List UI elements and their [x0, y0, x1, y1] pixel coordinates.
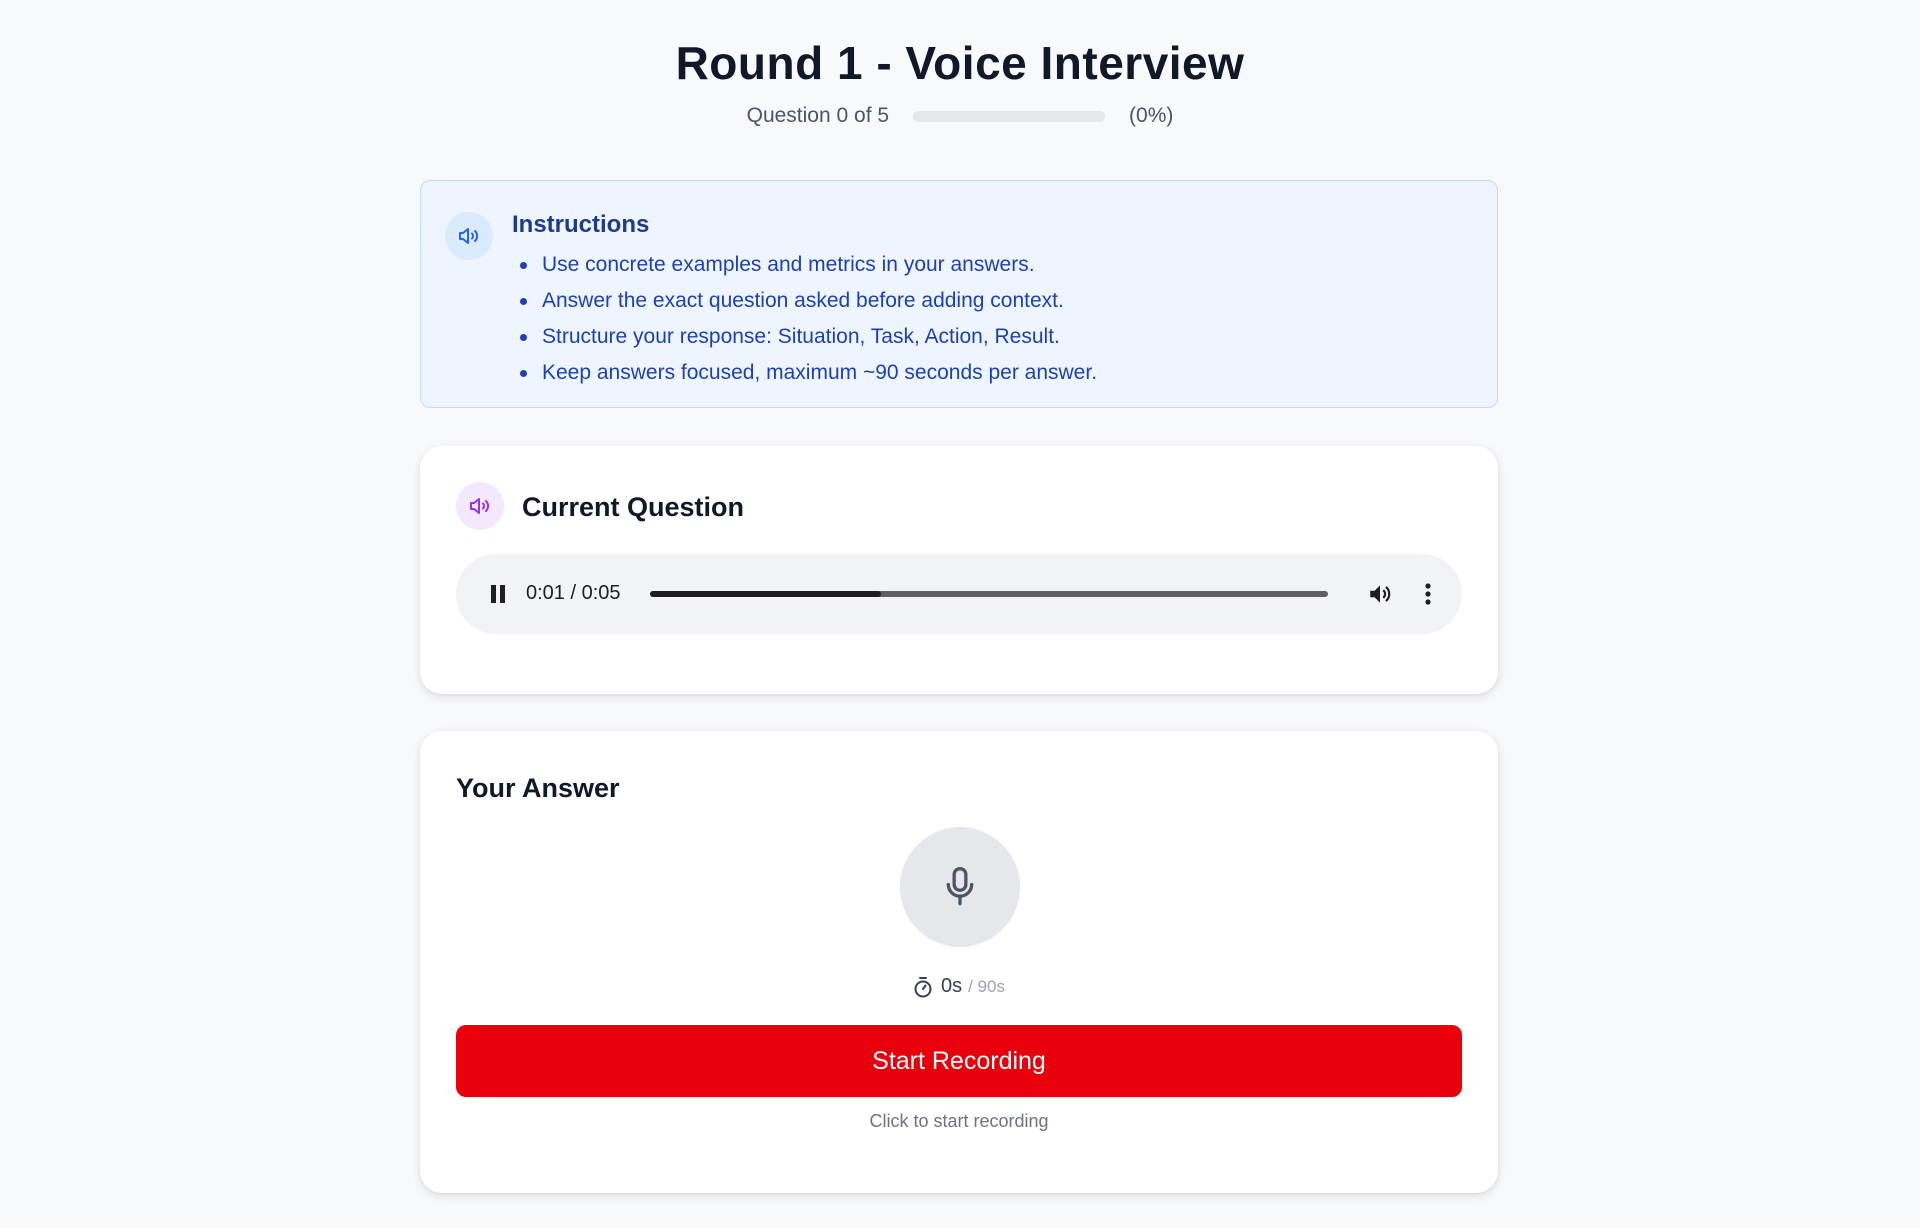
- progress-text: Question 0 of 5: [746, 104, 890, 127]
- page: Round 1 - Voice Interview Question 0 of …: [0, 0, 1920, 1228]
- instructions-panel: Instructions Use concrete examples and m…: [420, 180, 1498, 408]
- speaker-icon: [445, 212, 493, 260]
- more-options-button[interactable]: [1410, 576, 1446, 612]
- instruction-item: Answer the exact question asked before a…: [512, 283, 1097, 319]
- timer-elapsed: 0s: [941, 975, 963, 997]
- progress-percent: (0%): [1129, 104, 1174, 127]
- progress-bar: [913, 110, 1106, 122]
- instructions-title: Instructions: [512, 211, 650, 238]
- instruction-item: Use concrete examples and metrics in you…: [512, 247, 1097, 283]
- audio-seek-bar[interactable]: [650, 591, 1328, 597]
- recording-timer: 0s / 90s: [420, 975, 1498, 998]
- your-answer-card: Your Answer 0s / 90s Start Recording Cli…: [420, 731, 1498, 1193]
- start-recording-button[interactable]: Start Recording: [456, 1025, 1462, 1097]
- instruction-item: Keep answers focused, maximum ~90 second…: [512, 355, 1097, 391]
- current-question-card: Current Question 0:01 / 0:05: [420, 446, 1498, 694]
- page-title: Round 1 - Voice Interview: [675, 37, 1245, 89]
- volume-button[interactable]: [1362, 576, 1398, 612]
- audio-seek-progress: [650, 591, 881, 597]
- progress-row: Question 0 of 5 (0%): [0, 104, 1920, 128]
- your-answer-title: Your Answer: [456, 773, 620, 803]
- more-vertical-icon: [1425, 583, 1431, 605]
- speaker-icon: [456, 482, 504, 530]
- recording-hint: Click to start recording: [869, 1111, 1049, 1131]
- pause-button[interactable]: [480, 576, 516, 612]
- audio-player: 0:01 / 0:05: [456, 554, 1462, 634]
- timer-limit: / 90s: [968, 976, 1005, 996]
- current-question-title: Current Question: [522, 492, 745, 522]
- volume-icon: [1370, 585, 1391, 603]
- instructions-list: Use concrete examples and metrics in you…: [512, 247, 1097, 391]
- stopwatch-icon: [914, 976, 932, 997]
- instruction-item: Structure your response: Situation, Task…: [512, 319, 1097, 355]
- audio-time: 0:01 / 0:05: [526, 582, 621, 604]
- microphone-button[interactable]: [900, 827, 1020, 947]
- pause-icon: [491, 585, 505, 603]
- microphone-icon: [946, 867, 974, 906]
